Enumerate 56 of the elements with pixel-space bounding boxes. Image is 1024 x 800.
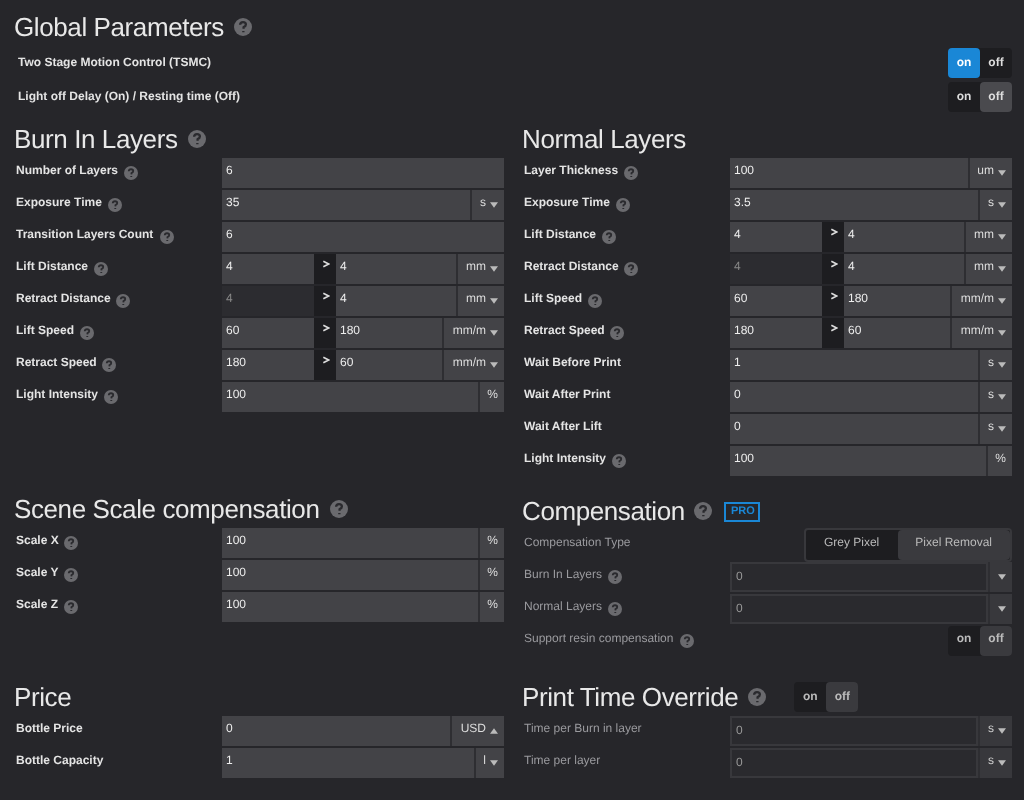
help-icon[interactable] — [124, 165, 139, 179]
caret-icon — [490, 329, 498, 335]
caret-icon — [998, 169, 1006, 175]
section-title: Compensation — [522, 496, 685, 526]
chevron-icon — [321, 355, 329, 363]
chevron-icon — [321, 291, 329, 299]
help-icon[interactable] — [612, 453, 626, 467]
help-icon[interactable] — [159, 229, 174, 243]
caret-icon — [998, 573, 1006, 579]
caret-icon — [998, 201, 1006, 207]
section-title: Global Parameters — [14, 11, 224, 41]
chevron-icon — [829, 291, 837, 299]
help-icon[interactable] — [64, 567, 79, 581]
caret-icon — [998, 233, 1006, 239]
help-icon[interactable] — [624, 165, 639, 179]
help-icon[interactable] — [610, 325, 625, 339]
caret-icon — [490, 265, 498, 271]
section-title: Burn In Layers — [14, 124, 178, 154]
help-icon[interactable] — [64, 599, 79, 613]
caret-icon — [998, 759, 1006, 765]
chevron-icon — [321, 259, 329, 267]
help-icon[interactable] — [588, 293, 603, 307]
chevron-icon — [829, 259, 837, 267]
caret-icon — [490, 361, 498, 367]
caret-up-icon — [490, 727, 498, 733]
help-icon[interactable] — [602, 229, 617, 243]
caret-icon — [998, 727, 1006, 733]
chevron-icon — [321, 323, 329, 331]
caret-icon — [998, 605, 1006, 611]
caret-icon — [490, 759, 498, 765]
caret-icon — [490, 297, 498, 303]
section-title: Print Time Override — [522, 682, 739, 712]
caret-icon — [998, 361, 1006, 367]
help-icon[interactable] — [116, 293, 131, 307]
section-title: Price — [14, 682, 72, 712]
help-icon[interactable] — [615, 197, 630, 211]
help-icon[interactable] — [187, 130, 206, 148]
help-icon[interactable] — [329, 500, 348, 518]
caret-icon — [998, 329, 1006, 335]
help-icon[interactable] — [233, 17, 252, 35]
section-title: Scene Scale compensation — [14, 494, 320, 524]
caret-icon — [998, 297, 1006, 303]
help-icon[interactable] — [94, 261, 109, 275]
chevron-icon — [829, 227, 837, 235]
help-icon[interactable] — [107, 197, 122, 211]
caret-icon — [998, 425, 1006, 431]
chevron-icon — [829, 323, 837, 331]
caret-icon — [998, 265, 1006, 271]
section-title: Normal Layers — [522, 124, 686, 154]
help-icon[interactable] — [80, 325, 95, 339]
help-icon[interactable] — [64, 535, 79, 549]
caret-icon — [490, 201, 498, 207]
help-icon[interactable] — [102, 357, 117, 371]
help-icon[interactable] — [104, 389, 118, 403]
help-icon[interactable] — [624, 261, 639, 275]
caret-icon — [998, 393, 1006, 399]
